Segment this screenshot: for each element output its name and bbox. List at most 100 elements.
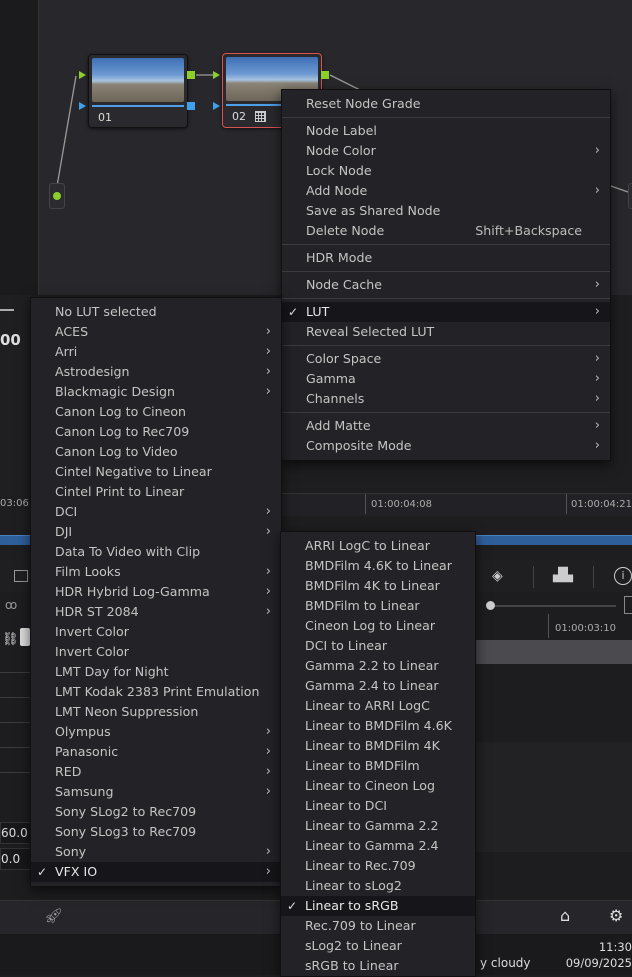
lut-item-canon-log-to-cineon[interactable]: Canon Log to Cineon (31, 402, 281, 422)
vfx-item-linear-to-slog2[interactable]: Linear to sLog2 (281, 876, 475, 896)
menu-item-node-label[interactable]: Node Label (282, 121, 610, 141)
gear-icon[interactable]: ⚙ (609, 906, 623, 925)
vfx-item-gamma-2-2-to-linear[interactable]: Gamma 2.2 to Linear (281, 656, 475, 676)
menu-item-channels[interactable]: Channels › (282, 389, 610, 409)
menu-item-delete-node[interactable]: Delete Node Shift+Backspace (282, 221, 610, 241)
node-01[interactable]: 01 (88, 54, 188, 128)
vfx-item-linear-to-rec-709[interactable]: Linear to Rec.709 (281, 856, 475, 876)
menu-item-gamma[interactable]: Gamma › (282, 369, 610, 389)
vfx-item-slog2-to-linear[interactable]: sLog2 to Linear (281, 936, 475, 956)
vfx-item-gamma-2-4-to-linear[interactable]: Gamma 2.4 to Linear (281, 676, 475, 696)
vfx-item-rec-709-to-linear[interactable]: Rec.709 to Linear (281, 916, 475, 936)
vfx-item-linear-to-arri-logc[interactable]: Linear to ARRI LogC (281, 696, 475, 716)
lower-ruler-tick: 01:00:03:10 (555, 623, 617, 634)
diamond-icon[interactable]: ◈ (492, 568, 503, 584)
lut-item-olympus[interactable]: Olympus › (31, 722, 281, 742)
node-02-input-key[interactable] (213, 102, 220, 110)
vfx-item-arri-logc-to-linear[interactable]: ARRI LogC to Linear (281, 536, 475, 556)
chevron-right-icon: › (265, 524, 271, 539)
lut-item-astrodesign[interactable]: Astrodesign › (31, 362, 281, 382)
rocket-icon[interactable]: 🚀︎ (44, 907, 63, 925)
left-ruler-tick: 03:06 (0, 498, 29, 509)
vfx-item-cineon-log-to-linear[interactable]: Cineon Log to Linear (281, 616, 475, 636)
node-02-output-rgb[interactable] (321, 71, 329, 79)
lut-item-hdr-st-2084[interactable]: HDR ST 2084 › (31, 602, 281, 622)
lut-item-dci[interactable]: DCI › (31, 502, 281, 522)
lut-item-arri[interactable]: Arri › (31, 342, 281, 362)
lut-item-no-lut-selected[interactable]: No LUT selected (31, 302, 281, 322)
color-circles-icon[interactable]: ꝏ (5, 598, 17, 612)
node-01-input-key[interactable] (79, 102, 86, 110)
menu-item-lock-node[interactable]: Lock Node (282, 161, 610, 181)
node-01-input-rgb[interactable] (79, 71, 86, 79)
vfx-item-linear-to-bmdfilm-4-6k[interactable]: Linear to BMDFilm 4.6K (281, 716, 475, 736)
vfx-item-bmdfilm-4k-to-linear[interactable]: BMDFilm 4K to Linear (281, 576, 475, 596)
lut-item-sony-slog2-to-rec709[interactable]: Sony SLog2 to Rec709 (31, 802, 281, 822)
menu-item-composite-mode[interactable]: Composite Mode › (282, 436, 610, 456)
lut-item-dji[interactable]: DJI › (31, 522, 281, 542)
menu-item-add-node[interactable]: Add Node › (282, 181, 610, 201)
timeline-track-clip[interactable] (474, 640, 632, 664)
link-icon[interactable]: ⛓ (2, 632, 19, 647)
lut-item-aces[interactable]: ACES › (31, 322, 281, 342)
menu-item-add-matte[interactable]: Add Matte › (282, 416, 610, 436)
vfx-item-linear-to-bmdfilm-4k[interactable]: Linear to BMDFilm 4K (281, 736, 475, 756)
zoom-slider-handle[interactable] (486, 601, 495, 610)
lut-item-samsung[interactable]: Samsung › (31, 782, 281, 802)
lut-item-canon-log-to-rec709[interactable]: Canon Log to Rec709 (31, 422, 281, 442)
chevron-right-icon: › (265, 764, 271, 779)
lut-item-lmt-neon-suppression[interactable]: LMT Neon Suppression (31, 702, 281, 722)
vfx-item-linear-to-srgb[interactable]: ✓ Linear to sRGB (281, 896, 475, 916)
value-field-2[interactable]: 0.0 (0, 848, 32, 870)
lut-item-lmt-day-for-night[interactable]: LMT Day for Night (31, 662, 281, 682)
vfx-item-linear-to-gamma-2-2[interactable]: Linear to Gamma 2.2 (281, 816, 475, 836)
chevron-right-icon: › (265, 344, 271, 359)
menu-item-node-cache[interactable]: Node Cache › (282, 275, 610, 295)
info-icon[interactable]: i (614, 567, 632, 585)
lut-item-lmt-kodak-2383-print-emulation[interactable]: LMT Kodak 2383 Print Emulation (31, 682, 281, 702)
lut-item-film-looks[interactable]: Film Looks › (31, 562, 281, 582)
lut-item-invert-color[interactable]: Invert Color (31, 622, 281, 642)
lut-item-cintel-print-to-linear[interactable]: Cintel Print to Linear (31, 482, 281, 502)
menu-item-node-color[interactable]: Node Color › (282, 141, 610, 161)
source-port[interactable] (53, 192, 61, 200)
toolbar-icon[interactable] (14, 570, 28, 582)
vfx-item-dci-to-linear[interactable]: DCI to Linear (281, 636, 475, 656)
vfx-item-srgb-to-linear[interactable]: sRGB to Linear (281, 956, 475, 976)
checkmark-icon: ✓ (288, 305, 299, 319)
menu-item-lut[interactable]: ✓ LUT › (282, 302, 610, 322)
menu-item-save-shared-node[interactable]: Save as Shared Node (282, 201, 610, 221)
lut-item-panasonic[interactable]: Panasonic › (31, 742, 281, 762)
lut-item-cintel-negative-to-linear[interactable]: Cintel Negative to Linear (31, 462, 281, 482)
vfx-item-linear-to-bmdfilm[interactable]: Linear to BMDFilm (281, 756, 475, 776)
lut-item-canon-log-to-video[interactable]: Canon Log to Video (31, 442, 281, 462)
lut-item-invert-color[interactable]: Invert Color (31, 642, 281, 662)
vfx-item-bmdfilm-4-6k-to-linear[interactable]: BMDFilm 4.6K to Linear (281, 556, 475, 576)
lut-item-blackmagic-design[interactable]: Blackmagic Design › (31, 382, 281, 402)
timeline-ruler[interactable]: 01:00:04:08 01:00:04:21 (280, 493, 632, 516)
vfx-item-linear-to-cineon-log[interactable]: Linear to Cineon Log (281, 776, 475, 796)
lut-item-sony-slog3-to-rec709[interactable]: Sony SLog3 to Rec709 (31, 822, 281, 842)
vfx-item-linear-to-dci[interactable]: Linear to DCI (281, 796, 475, 816)
source-input[interactable] (49, 183, 65, 209)
lut-item-red[interactable]: RED › (31, 762, 281, 782)
lut-item-hdr-hybrid-log-gamma[interactable]: HDR Hybrid Log-Gamma › (31, 582, 281, 602)
lut-item-data-to-video-with-clip[interactable]: Data To Video with Clip (31, 542, 281, 562)
home-icon[interactable]: ⌂ (560, 906, 570, 925)
menu-item-reveal-selected-lut[interactable]: Reveal Selected LUT (282, 322, 610, 342)
node-01-output-rgb[interactable] (187, 71, 195, 79)
node-01-output-key[interactable] (187, 102, 195, 110)
shortcut-label: Shift+Backspace (475, 223, 582, 238)
value-field-1[interactable]: 60.0 (0, 822, 32, 844)
vfx-item-linear-to-gamma-2-4[interactable]: Linear to Gamma 2.4 (281, 836, 475, 856)
node-02-input-rgb[interactable] (213, 71, 220, 79)
menu-item-reset-node-grade[interactable]: Reset Node Grade (282, 94, 610, 114)
menu-item-hdr-mode[interactable]: HDR Mode (282, 248, 610, 268)
lut-item-sony[interactable]: Sony › (31, 842, 281, 862)
lut-item-vfx-io[interactable]: ✓ VFX IO › (31, 862, 281, 882)
menu-item-color-space[interactable]: Color Space › (282, 349, 610, 369)
zoom-slider[interactable] (476, 598, 616, 614)
output-node[interactable] (628, 183, 632, 209)
vfx-item-bmdfilm-to-linear[interactable]: BMDFilm to Linear (281, 596, 475, 616)
waveform-icon[interactable]: ▟▙ (553, 568, 573, 583)
